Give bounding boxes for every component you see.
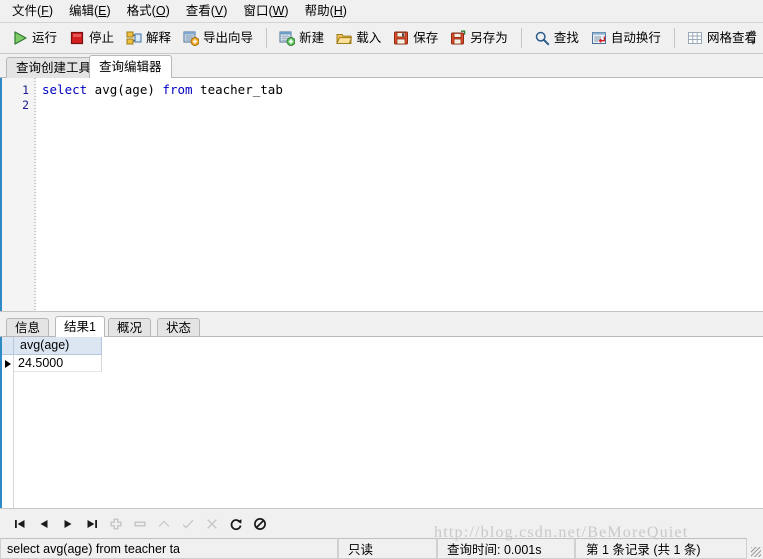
export-wizard-icon: [183, 30, 200, 46]
grid-column-header-avg-age[interactable]: avg(age): [14, 337, 102, 355]
status-record-count: 第 1 条记录 (共 1 条): [575, 538, 747, 559]
sql-table-name: teacher_tab: [192, 82, 283, 97]
result-tabstrip: 信息 结果1 概况 状态: [0, 316, 763, 337]
menu-item-file[interactable]: 文件(F): [4, 1, 61, 21]
export-wizard-button[interactable]: 导出向导: [177, 25, 259, 51]
grid-corner-header: [2, 337, 14, 355]
navicat-query-editor-window: 文件(F) 编辑(E) 格式(O) 查看(V) 窗口(W) 帮助(H) 运行 停…: [0, 0, 763, 559]
status-bar: select avg(age) from teacher ta 只读 查询时间:…: [0, 538, 763, 559]
run-label: 运行: [32, 31, 58, 45]
menu-item-help[interactable]: 帮助(H): [297, 1, 355, 21]
refresh-button[interactable]: [224, 512, 248, 536]
result-grid[interactable]: avg(age) 24.5000: [0, 337, 763, 508]
new-document-icon: [279, 30, 296, 46]
plus-icon: [110, 518, 122, 529]
prev-record-button[interactable]: [32, 512, 56, 536]
explain-icon: [126, 30, 142, 46]
first-icon: [15, 519, 25, 528]
result-tab-status[interactable]: 状态: [157, 318, 201, 337]
editor-tabstrip: 查询创建工具 查询编辑器: [0, 54, 763, 78]
save-disk-icon: [393, 30, 409, 46]
word-wrap-button[interactable]: 自动换行: [585, 25, 667, 51]
sql-keyword-from: from: [162, 82, 193, 97]
current-row-triangle-icon: [4, 359, 11, 368]
sql-editor-panel[interactable]: 1 2 select avg(age) from teacher_tab: [0, 78, 763, 311]
edit-record-button[interactable]: [152, 512, 176, 536]
minus-icon: [134, 521, 146, 526]
menu-bar: 文件(F) 编辑(E) 格式(O) 查看(V) 窗口(W) 帮助(H): [0, 0, 763, 22]
cancel-edit-button[interactable]: [200, 512, 224, 536]
search-icon: [534, 30, 550, 46]
explain-label: 解释: [146, 31, 172, 45]
load-button[interactable]: 载入: [330, 25, 387, 51]
first-record-button[interactable]: [8, 512, 32, 536]
main-toolbar: 运行 停止 解释 导出向导 新建 载入 保存 另存为 查找 自动换行 网格查看: [0, 22, 763, 54]
toolbar-overflow-down-icon: ▾: [750, 37, 756, 47]
find-button[interactable]: 查找: [528, 25, 585, 51]
prev-icon: [40, 519, 48, 528]
grid-table-icon: [687, 30, 703, 46]
grid-cell-avg-age[interactable]: 24.5000: [14, 355, 102, 372]
last-icon: [87, 519, 97, 528]
toolbar-overflow-button[interactable]: » ▾: [745, 22, 761, 54]
export-wizard-label: 导出向导: [203, 31, 254, 45]
stop-square-icon: [69, 30, 85, 46]
no-entry-icon: [254, 517, 266, 530]
table-row[interactable]: 24.5000: [2, 355, 102, 372]
caret-up-icon: [158, 520, 170, 527]
stop-button[interactable]: 停止: [63, 25, 120, 51]
stop-query-button[interactable]: [248, 512, 272, 536]
result-tab-profile[interactable]: 概况: [108, 318, 152, 337]
menu-item-format[interactable]: 格式(O): [119, 1, 178, 21]
status-query-time: 查询时间: 0.001s: [437, 538, 575, 559]
explain-button[interactable]: 解释: [120, 25, 177, 51]
folder-open-icon: [336, 30, 353, 46]
load-label: 载入: [356, 31, 382, 45]
run-button[interactable]: 运行: [6, 25, 63, 51]
resize-grip[interactable]: [747, 538, 763, 559]
line-number-1: 1: [22, 83, 29, 97]
save-as-disk-icon: [450, 30, 466, 46]
save-as-label: 另存为: [470, 31, 508, 45]
result-tab-result1[interactable]: 结果1: [55, 316, 105, 337]
last-record-button[interactable]: [80, 512, 104, 536]
menu-item-edit[interactable]: 编辑(E): [61, 1, 119, 21]
find-label: 查找: [553, 31, 579, 45]
next-icon: [64, 519, 72, 528]
row-selector-marker[interactable]: [2, 355, 14, 372]
tab-query-builder[interactable]: 查询创建工具: [6, 57, 102, 78]
play-triangle-icon: [12, 30, 28, 46]
save-button[interactable]: 保存: [387, 25, 444, 51]
line-number-2: 2: [22, 98, 29, 112]
word-wrap-icon: [591, 30, 607, 46]
menu-item-view[interactable]: 查看(V): [178, 1, 236, 21]
status-sql-text: select avg(age) from teacher ta: [0, 538, 338, 559]
next-record-button[interactable]: [56, 512, 80, 536]
gutter-divider: [34, 78, 36, 311]
new-query-label: 新建: [299, 31, 325, 45]
new-query-button[interactable]: 新建: [273, 25, 330, 51]
sql-keyword-select: select: [42, 82, 88, 97]
menu-item-window[interactable]: 窗口(W): [235, 1, 296, 21]
status-readonly: 只读: [338, 538, 437, 559]
refresh-icon: [230, 518, 242, 530]
delete-record-button[interactable]: [128, 512, 152, 536]
editor-gutter: 1 2: [2, 78, 36, 311]
insert-record-button[interactable]: [104, 512, 128, 536]
sql-expr-avg: avg(age): [87, 82, 163, 97]
sql-code-text[interactable]: select avg(age) from teacher_tab: [42, 82, 283, 97]
cancel-x-icon: [207, 518, 217, 529]
record-navigation-toolbar: [0, 508, 763, 538]
post-edit-button[interactable]: [176, 512, 200, 536]
check-icon: [182, 519, 194, 529]
result-tab-info[interactable]: 信息: [6, 318, 50, 337]
stop-label: 停止: [89, 31, 115, 45]
word-wrap-label: 自动换行: [610, 31, 661, 45]
save-as-button[interactable]: 另存为: [444, 25, 514, 51]
save-label: 保存: [413, 31, 439, 45]
tab-query-editor[interactable]: 查询编辑器: [89, 55, 172, 78]
